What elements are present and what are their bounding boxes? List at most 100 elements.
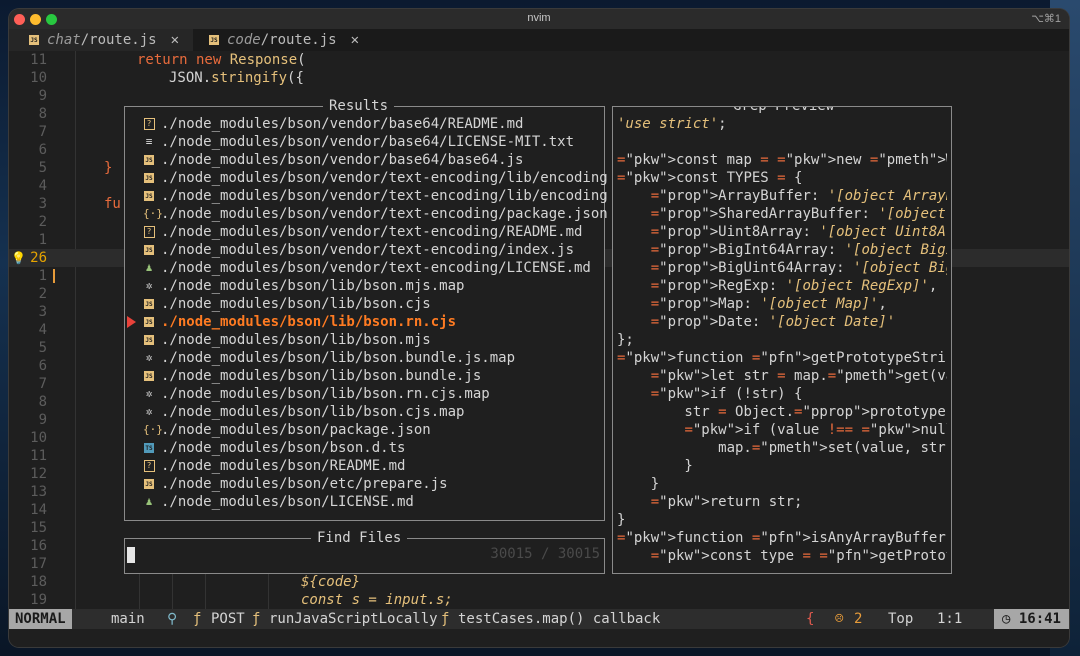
title-bar: nvim ⌥⌘1 [9,9,1069,29]
js-file-icon: JS [144,317,154,327]
grep-preview-panel: Grep Preview 'use strict'; ="pkw">const m… [612,106,952,574]
result-item[interactable]: ✲ ./node_modules/bson/lib/bson.mjs.map [125,277,604,295]
diagnostics-icon: ☹ [835,611,844,627]
breadcrumb-item[interactable]: testCases.map() callback [458,609,660,629]
js-file-icon: JS [144,245,154,255]
result-path: ./node_modules/bson/lib/bson.mjs.map [161,278,465,294]
tab-dir: code [227,32,261,48]
preview-line: ="prop">ArrayBuffer: '[object ArrayBuffe… [650,188,947,204]
tab-close-icon[interactable]: ✕ [351,32,359,48]
clock-segment: ◷ 16:41 [993,609,1069,629]
result-path: ./node_modules/bson/vendor/text-encoding… [161,170,608,186]
md-file-icon: ? [143,457,155,475]
editor-buffer[interactable]: 11 return new Response( 10 JSON.stringify(… [9,51,1069,609]
preview-line: ="prop">BigInt64Array: '[object BigInt64… [650,242,947,258]
result-item[interactable]: JS ./node_modules/bson/vendor/text-encodi… [125,187,608,205]
result-path: ./node_modules/bson/lib/bson.cjs [161,296,431,312]
map-file-icon: ✲ [145,387,153,400]
command-line[interactable] [9,629,1069,647]
code-line: 10 JSON.stringify({ [30,70,304,86]
preview-line: ="pkw">function ="pfn">isAnyArrayBuffer(… [617,530,947,546]
map-file-icon: ✲ [145,351,153,364]
txt-file-icon: ≡ [145,135,153,148]
result-item[interactable]: ? ./node_modules/bson/vendor/text-encodin… [125,223,604,241]
json-file-icon: {·} [143,423,163,436]
preview-line: ="prop">Date: '[object Date]' [650,314,896,330]
result-item[interactable]: JS ./node_modules/bson/vendor/text-encodi… [125,169,608,187]
breadcrumb-icon: ⚲ [167,611,178,627]
ts-file-icon: TS [144,443,154,453]
result-item[interactable]: JS ./node_modules/bson/lib/bson.mjs [125,331,604,349]
result-item[interactable]: JS ./node_modules/bson/vendor/base64/base… [125,151,604,169]
result-path: ./node_modules/bson/lib/bson.bundle.js.m… [161,350,516,366]
preview-line: ="pkw">function ="pfn">getPrototypeStrin… [617,350,947,366]
result-item[interactable]: ♟ ./node_modules/bson/vendor/text-encodin… [125,259,604,277]
result-path: ./node_modules/bson/README.md [161,458,406,474]
scroll-position: Top [888,611,914,627]
preview-line: } [617,458,693,474]
map-file-icon: ✲ [145,279,153,292]
preview-line: ="pkw">const TYPES = { [617,170,803,186]
result-item[interactable]: JS ./node_modules/bson/lib/bson.bundle.js [125,367,604,385]
result-item[interactable]: {·} ./node_modules/bson/package.json [125,421,604,439]
grep-preview-title: Grep Preview [727,107,841,115]
nvim-window: nvim ⌥⌘1 JS chat/route.js ✕ JS code/rout… [9,9,1069,647]
code-line: 19 const s = input.s; [30,592,453,608]
window-shortcut: ⌥⌘1 [1031,13,1061,25]
result-item[interactable]: ♟ ./node_modules/bson/LICENSE.md [125,493,604,511]
preview-line: }; [617,332,634,348]
git-branch: main [111,611,145,627]
result-item[interactable]: {·} ./node_modules/bson/vendor/text-encod… [125,205,608,223]
brace-indicator: { [806,611,815,627]
preview-line: } [617,476,660,492]
clock-time: 16:41 [1018,611,1061,627]
code-line: 11 return new Response( [30,52,306,68]
result-path: ./node_modules/bson/lib/bson.rn.cjs.map [161,386,490,402]
map-file-icon: ✲ [145,405,153,418]
md-file-icon: ? [143,223,155,241]
tab-chat-route[interactable]: JS chat/route.js ✕ [9,29,193,51]
preview-line [617,133,947,151]
selection-marker-icon [127,316,136,328]
preview-line: ="pkw">let str = map.="pmeth">get(value)… [650,368,947,384]
mode-indicator: NORMAL [9,609,72,629]
result-path: ./node_modules/bson/package.json [161,422,431,438]
result-path: ./node_modules/bson/lib/bson.mjs [161,332,431,348]
find-files-input[interactable] [137,545,441,567]
git-change-marker [53,269,55,283]
js-file-icon: JS [209,35,219,45]
result-item[interactable]: ✲ ./node_modules/bson/lib/bson.rn.cjs.map [125,385,604,403]
result-item[interactable]: ✲ ./node_modules/bson/lib/bson.cjs.map [125,403,604,421]
diagnostics-count[interactable]: 2 [854,609,862,629]
breadcrumb-item[interactable]: runJavaScriptLocally [269,609,438,629]
preview-line: 'use strict'; [617,116,727,132]
tab-close-icon[interactable]: ✕ [171,32,179,48]
preview-line: str = Object.="pprop">prototype.="pprop"… [617,404,947,420]
preview-line: ="prop">SharedArrayBuffer: '[object Shar… [650,206,946,222]
result-item[interactable]: ? ./node_modules/bson/vendor/base64/READM… [125,115,604,133]
result-path: ./node_modules/bson/etc/prepare.js [161,476,448,492]
preview-line: } [617,512,626,528]
tab-code-route[interactable]: JS code/route.js ✕ [199,29,377,51]
result-item[interactable]: JS ./node_modules/bson/lib/bson.rn.cjs [125,313,604,331]
js-file-icon: JS [144,371,154,381]
results-panel: Results ? ./node_modules/bson/vendor/base… [124,97,608,521]
result-path: ./node_modules/bson/LICENSE.md [161,494,414,510]
preview-line: ="prop">RegExp: '[object RegExp]', [650,278,938,294]
code-line: 9 [38,88,47,104]
js-file-icon: JS [144,191,154,201]
js-file-icon: JS [144,479,154,489]
result-item[interactable]: TS ./node_modules/bson/bson.d.ts [125,439,604,457]
preview-line: ="pkw">if (value !== ="pkw">null && ="pk… [684,422,947,438]
result-path: ./node_modules/bson/lib/bson.rn.cjs [161,314,457,330]
result-item[interactable]: ≡ ./node_modules/bson/vendor/base64/LICEN… [125,133,604,151]
clock-icon: ◷ [1001,611,1011,627]
js-file-icon: JS [144,173,154,183]
breadcrumb-item[interactable]: POST [211,609,245,629]
result-item[interactable]: JS ./node_modules/bson/lib/bson.cjs [125,295,604,313]
result-item[interactable]: ✲ ./node_modules/bson/lib/bson.bundle.js.… [125,349,604,367]
result-item[interactable]: ? ./node_modules/bson/README.md [125,457,604,475]
prompt-cursor [127,547,135,563]
result-item[interactable]: JS ./node_modules/bson/vendor/text-encodi… [125,241,604,259]
result-item[interactable]: JS ./node_modules/bson/etc/prepare.js [125,475,604,493]
